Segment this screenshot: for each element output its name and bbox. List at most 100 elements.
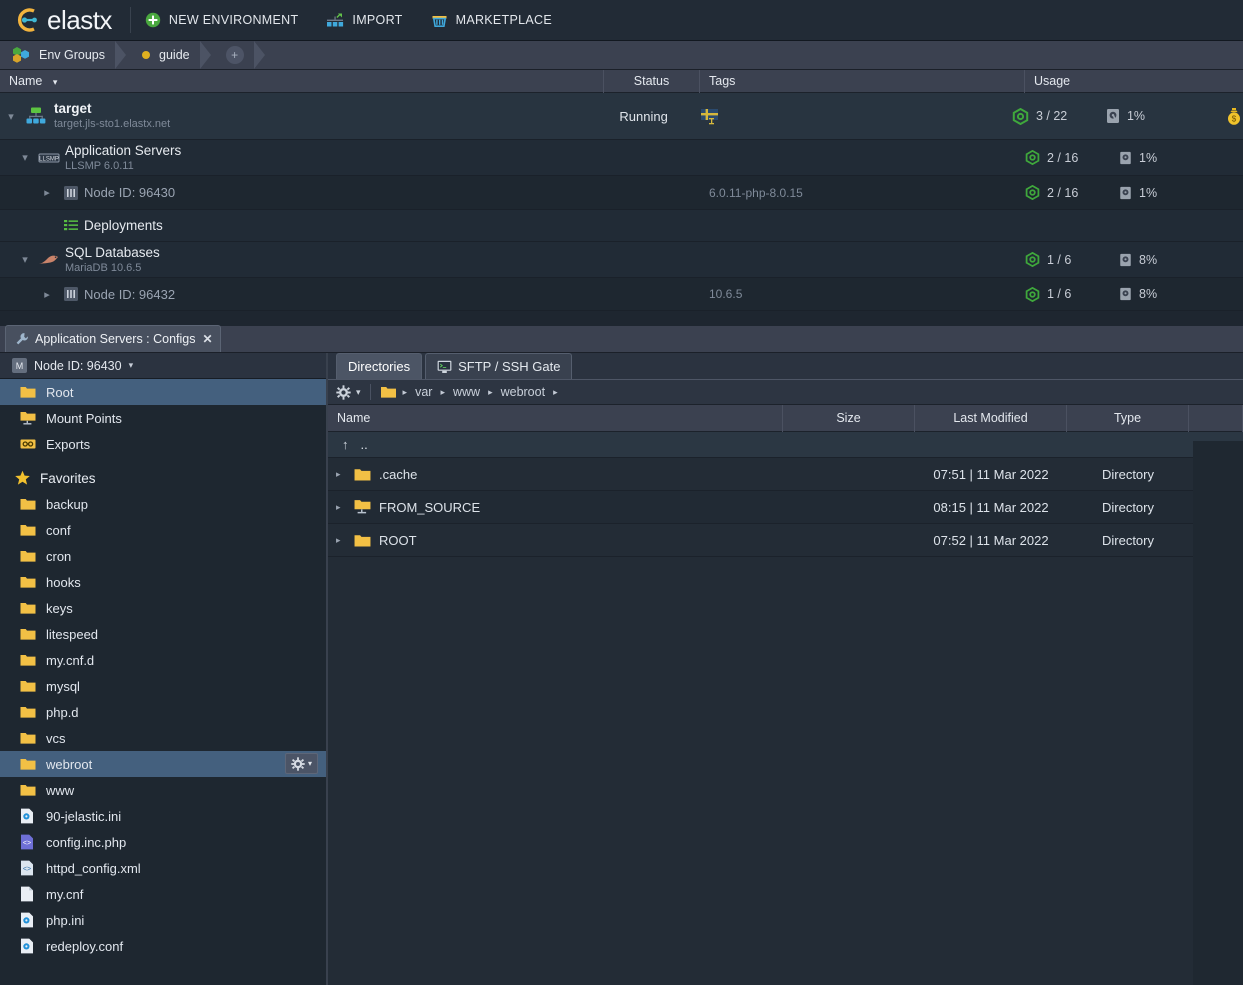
disk-icon	[1106, 108, 1120, 124]
breadcrumb-add-button[interactable]: +	[210, 41, 264, 69]
file-tree-sidebar: M Node ID: 96430 ▾ Root	[0, 353, 328, 985]
favorite-item-backup[interactable]: backup	[0, 491, 326, 517]
svg-text:<>: <>	[23, 840, 31, 847]
expand-toggle-node-96430[interactable]: ▸	[36, 186, 58, 199]
chevron-down-icon: ▾	[308, 759, 312, 768]
table-row[interactable]: ▸ Node ID: 96430 6.0.11-php-8.0.15	[0, 176, 1243, 210]
favorite-label: my.cnf	[46, 887, 83, 902]
import-button[interactable]: IMPORT	[312, 0, 416, 41]
new-environment-button[interactable]: NEW ENVIRONMENT	[131, 0, 313, 41]
table-row[interactable]: ▾ LLSMP Application Servers LLSMP 6.0.11	[0, 140, 1243, 176]
path-segment-webroot[interactable]: webroot	[499, 385, 547, 399]
favorite-item-90-jelastic-ini[interactable]: 90-jelastic.ini	[0, 803, 326, 829]
file-column-name[interactable]: Name	[328, 405, 783, 432]
column-header-tags[interactable]: Tags	[700, 70, 1025, 93]
favorite-item-litespeed[interactable]: litespeed	[0, 621, 326, 647]
collapse-toggle-sqldatabases[interactable]: ▾	[14, 253, 36, 266]
table-row[interactable]: ▾ SQL Databases MariaDB 10.6.5	[0, 242, 1243, 278]
column-header-name[interactable]: Name ▾	[0, 70, 604, 93]
star-icon	[14, 470, 34, 486]
table-row[interactable]: ▸ Node ID: 96432 10.6.5	[0, 278, 1243, 311]
node-usage-cell: 2 / 16 1%	[1025, 185, 1243, 200]
table-row[interactable]: ▸ ROOT 07:52 | 11 Mar 2022 Directory	[328, 524, 1243, 557]
table-row[interactable]: ▾ target target.jls-sto1.elastx.net Runn…	[0, 93, 1243, 140]
path-root-folder-icon[interactable]	[380, 385, 397, 399]
favorite-item-www[interactable]: www	[0, 777, 326, 803]
favorite-item-conf[interactable]: conf	[0, 517, 326, 543]
tree-item-exports[interactable]: Exports	[0, 431, 326, 457]
expand-toggle-icon[interactable]: ▸	[336, 535, 354, 546]
chevron-down-icon[interactable]: ▾	[356, 387, 361, 398]
collapse-toggle-appservers[interactable]: ▾	[14, 151, 36, 164]
favorite-item-keys[interactable]: keys	[0, 595, 326, 621]
folder-icon	[20, 679, 40, 693]
table-row[interactable]: ▸ .cache 07:51 | 11 Mar 2022 Directory	[328, 458, 1243, 491]
tree-item-mount-points[interactable]: Mount Points	[0, 405, 326, 431]
layer-version: LLSMP 6.0.11	[65, 159, 181, 173]
cloudlet-usage-value: 1 / 6	[1047, 253, 1071, 267]
favorite-item-hooks[interactable]: hooks	[0, 569, 326, 595]
tab-sftp-ssh-gate[interactable]: SFTP / SSH Gate	[425, 353, 572, 379]
favorite-label: www	[46, 783, 74, 798]
mariadb-icon	[36, 253, 62, 267]
favorite-item-config-inc-php[interactable]: <> config.inc.php	[0, 829, 326, 855]
column-header-status[interactable]: Status	[604, 70, 700, 93]
node-selector-dropdown[interactable]: M Node ID: 96430 ▾	[0, 353, 326, 379]
tab-sftp-label: SFTP / SSH Gate	[458, 359, 560, 374]
favorite-item-cron[interactable]: cron	[0, 543, 326, 569]
table-row[interactable]: ▸ FROM_SOURCE 08:15 | 11 Mar 2022 Direc	[328, 491, 1243, 524]
import-label: IMPORT	[352, 13, 402, 27]
brand-logo[interactable]: elastx	[0, 0, 130, 41]
close-icon[interactable]: ✕	[203, 332, 213, 346]
expand-toggle-node-96432[interactable]: ▸	[36, 288, 58, 301]
favorite-item-redeploy-conf[interactable]: redeploy.conf	[0, 933, 326, 959]
tree-item-label: Mount Points	[46, 411, 122, 426]
favorite-item-php-ini[interactable]: php.ini	[0, 907, 326, 933]
favorite-item-vcs[interactable]: vcs	[0, 725, 326, 751]
expand-toggle-icon[interactable]: ▸	[336, 469, 354, 480]
favorite-item-php-d[interactable]: php.d	[0, 699, 326, 725]
cloudlet-usage-value: 3 / 22	[1036, 109, 1067, 123]
deployments-cell: Deployments	[0, 217, 604, 235]
favorite-item-httpd-config-xml[interactable]: <> httpd_config.xml	[0, 855, 326, 881]
collapse-toggle-target[interactable]: ▾	[0, 110, 22, 123]
directory-pane: Directories SFTP / SSH Ga	[328, 353, 1243, 985]
gear-icon[interactable]	[336, 385, 351, 400]
favorite-actions-button[interactable]: ▾	[285, 753, 318, 774]
file-name-label: ROOT	[379, 533, 417, 548]
breadcrumb-item-env-groups[interactable]: Env Groups	[0, 41, 125, 69]
disk-icon	[1119, 253, 1132, 267]
disk-icon	[1119, 151, 1132, 165]
file-column-modified[interactable]: Last Modified	[915, 405, 1067, 432]
ini-file-icon	[20, 938, 40, 954]
column-header-usage[interactable]: Usage	[1025, 70, 1243, 93]
node-name-cell: ▸ Node ID: 96432	[0, 286, 604, 302]
app-root: elastx NEW ENVIRONMENT	[0, 0, 1243, 985]
favorite-item-mysql[interactable]: mysql	[0, 673, 326, 699]
expand-toggle-icon[interactable]: ▸	[336, 502, 354, 513]
favorite-item-my-cnf-d[interactable]: my.cnf.d	[0, 647, 326, 673]
favorite-item-my-cnf[interactable]: my.cnf	[0, 881, 326, 907]
folder-icon	[20, 783, 40, 797]
tab-application-servers-configs[interactable]: Application Servers : Configs ✕	[5, 325, 221, 352]
tree-item-root[interactable]: Root	[0, 379, 326, 405]
file-type-cell: Directory	[1067, 467, 1189, 482]
env-groups-icon	[12, 46, 31, 64]
node-selector-label: Node ID: 96430	[34, 359, 122, 373]
favorite-item-webroot[interactable]: webroot	[0, 751, 326, 777]
breadcrumb-item-guide[interactable]: guide	[125, 41, 210, 69]
file-column-size[interactable]: Size	[783, 405, 915, 432]
folder-icon	[354, 533, 371, 548]
path-segment-var[interactable]: var	[413, 385, 434, 399]
parent-directory-row[interactable]: ↑ ..	[328, 432, 1243, 458]
path-segment-www[interactable]: www	[451, 385, 482, 399]
cloudlet-icon	[1025, 185, 1040, 200]
cloudlet-usage: 2 / 16	[1025, 150, 1119, 165]
favorite-label: hooks	[46, 575, 81, 590]
tab-directories[interactable]: Directories	[336, 353, 422, 379]
table-row[interactable]: Deployments	[0, 210, 1243, 242]
file-column-type[interactable]: Type	[1067, 405, 1189, 432]
config-manager-body: M Node ID: 96430 ▾ Root	[0, 353, 1243, 985]
money-bag-icon[interactable]: $	[1225, 107, 1243, 126]
marketplace-button[interactable]: MARKETPLACE	[417, 0, 566, 41]
